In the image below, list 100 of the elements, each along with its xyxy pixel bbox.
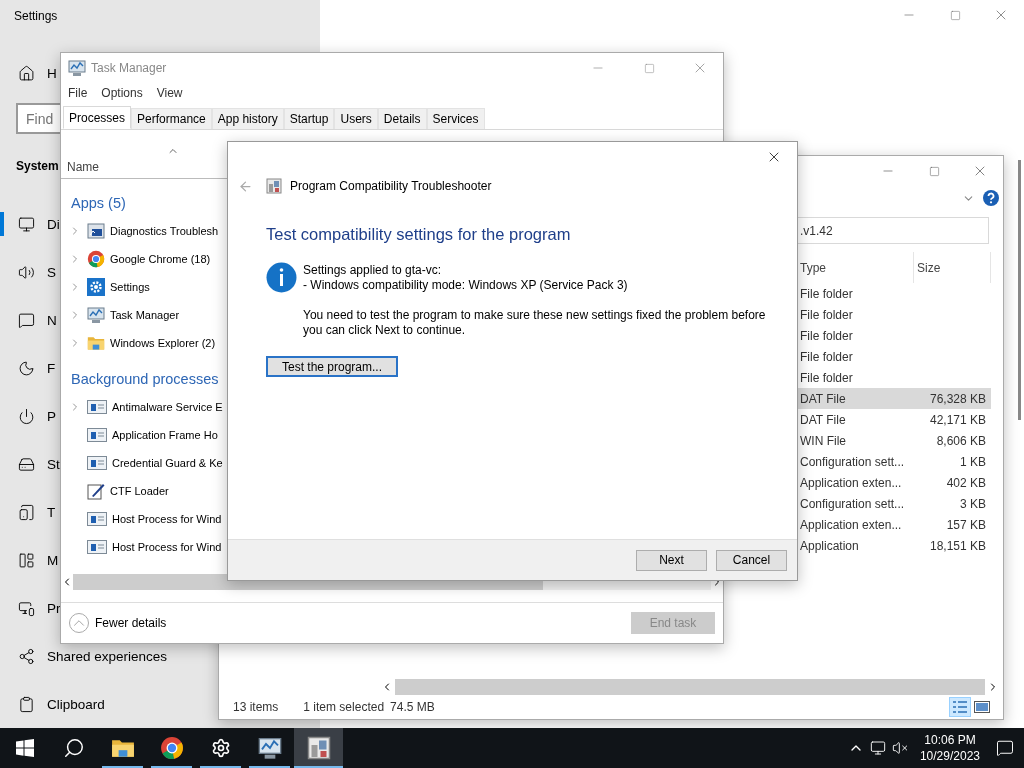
menu-item[interactable]: View [156, 86, 183, 100]
scrollbar-thumb[interactable] [1018, 160, 1021, 420]
fewer-details-button[interactable]: Fewer details [69, 613, 167, 633]
clock[interactable]: 10:06 PM 10/29/2023 [919, 732, 980, 764]
scrollbar-thumb[interactable] [395, 679, 985, 695]
windows-logo[interactable] [15, 739, 34, 757]
next-button[interactable]: Next [636, 549, 707, 571]
process-name[interactable]: Host Process for Wind [112, 513, 222, 525]
pen-icon [87, 482, 105, 500]
process-name[interactable]: Antimalware Service E [112, 401, 223, 413]
menu-item[interactable]: File [68, 86, 88, 100]
home-icon [18, 64, 35, 82]
file-row[interactable]: File folder [797, 367, 991, 388]
window-icon [87, 400, 107, 414]
file-row[interactable]: File folder [797, 346, 991, 367]
nav-item[interactable]: H [47, 65, 57, 81]
monitor-icon [18, 215, 35, 233]
moon-icon [18, 359, 35, 377]
file-row[interactable]: File folder [797, 325, 991, 346]
troubleshooter-icon [266, 178, 282, 194]
notifications-icon[interactable] [996, 739, 1014, 757]
file-row[interactable]: Application 18,151 KB [797, 535, 991, 556]
tab[interactable]: Details [377, 108, 427, 129]
file-row[interactable]: Configuration sett... 1 KB [797, 451, 991, 472]
tab[interactable]: Users [334, 108, 378, 129]
file-row[interactable]: File folder [797, 304, 991, 325]
maximize-icon[interactable] [928, 165, 940, 177]
table-cell-text: Configuration sett... [799, 454, 906, 469]
info-icon [266, 262, 297, 293]
window-icon [87, 456, 107, 470]
process-name[interactable]: CTF Loader [110, 485, 169, 497]
process-name[interactable]: Task Manager [110, 309, 180, 321]
table-cell-text: 42,171 KB [928, 412, 987, 427]
group-heading: Background processes [71, 370, 219, 389]
search-field[interactable]: Find [16, 103, 60, 134]
tab[interactable]: Services [426, 108, 485, 129]
file-row[interactable]: DAT File 42,171 KB [797, 409, 991, 430]
column-header[interactable]: Name [67, 160, 99, 174]
table-cell-text: 18,151 KB [928, 538, 987, 553]
table-cell-text: File folder [799, 307, 854, 322]
speaker-icon [18, 263, 35, 281]
process-name[interactable]: Diagnostics Troublesh [110, 225, 219, 237]
test-program-button[interactable]: Test the program... [266, 356, 398, 377]
tablet-icon [18, 503, 35, 521]
table-cell-text: DAT File [799, 412, 847, 427]
table-cell-text: 402 KB [945, 475, 987, 490]
nav-item[interactable]: F [47, 360, 56, 376]
monitor-chart-icon [257, 736, 282, 760]
process-name[interactable]: Credential Guard & Ke [112, 457, 223, 469]
window-title: Task Manager [91, 61, 167, 75]
info-text: Settings applied to gta-vc: [303, 263, 443, 278]
clipboard-icon [18, 695, 35, 713]
status-text: 74.5 MB [390, 700, 435, 714]
settings-icon [210, 738, 231, 758]
nav-item[interactable]: Shared experiences [47, 648, 168, 664]
process-name[interactable]: Settings [110, 281, 150, 293]
tab[interactable]: Startup [283, 108, 335, 129]
tab[interactable]: App history [211, 108, 284, 129]
file-row[interactable]: DAT File 76,328 KB [797, 388, 991, 409]
process-name[interactable]: Application Frame Ho [112, 429, 218, 441]
nav-item[interactable]: T [47, 504, 56, 520]
tab[interactable]: Performance [131, 108, 212, 129]
menu-item[interactable]: Options [101, 86, 143, 100]
status-text: 13 items [233, 700, 279, 714]
file-row[interactable]: Application exten... 157 KB [797, 514, 991, 535]
nav-item[interactable]: St [47, 456, 60, 472]
folder-icon [87, 334, 105, 352]
nav-item[interactable]: N [47, 312, 57, 328]
address-field[interactable]: .v1.42 [796, 217, 989, 244]
nav-item[interactable]: M [47, 552, 59, 568]
gear-icon [87, 278, 105, 296]
network-icon[interactable] [869, 740, 886, 756]
table-cell-text: 8,606 KB [935, 433, 987, 448]
nav-item[interactable]: Pr [47, 600, 61, 616]
maximize-icon[interactable] [643, 62, 655, 74]
nav-item[interactable]: S [47, 264, 56, 280]
file-row[interactable]: File folder [797, 283, 991, 304]
taskbar-app[interactable] [294, 728, 343, 768]
table-cell-text: Application [799, 538, 860, 553]
help-icon[interactable] [983, 190, 999, 206]
table-cell-text: WIN File [799, 433, 847, 448]
file-row[interactable]: Configuration sett... 3 KB [797, 493, 991, 514]
window-title: Settings [13, 8, 59, 25]
nav-item[interactable]: Di [47, 216, 60, 232]
search-icon[interactable] [62, 737, 85, 759]
volume-muted-icon[interactable] [891, 740, 908, 756]
process-name[interactable]: Windows Explorer (2) [110, 337, 216, 349]
power-icon [18, 407, 35, 425]
column-header[interactable]: Size [914, 252, 991, 283]
table-cell-text: DAT File [799, 391, 847, 406]
cancel-button[interactable]: Cancel [716, 549, 787, 571]
nav-item[interactable]: Clipboard [47, 696, 105, 712]
process-name[interactable]: Google Chrome (18) [110, 253, 211, 265]
process-name[interactable]: Host Process for Wind [112, 541, 222, 553]
file-row[interactable]: Application exten... 402 KB [797, 472, 991, 493]
maximize-icon[interactable] [949, 9, 961, 21]
nav-item[interactable]: P [47, 408, 56, 424]
table-cell-text: 3 KB [959, 496, 987, 511]
tab[interactable]: Processes [63, 106, 132, 129]
file-row[interactable]: WIN File 8,606 KB [797, 430, 991, 451]
